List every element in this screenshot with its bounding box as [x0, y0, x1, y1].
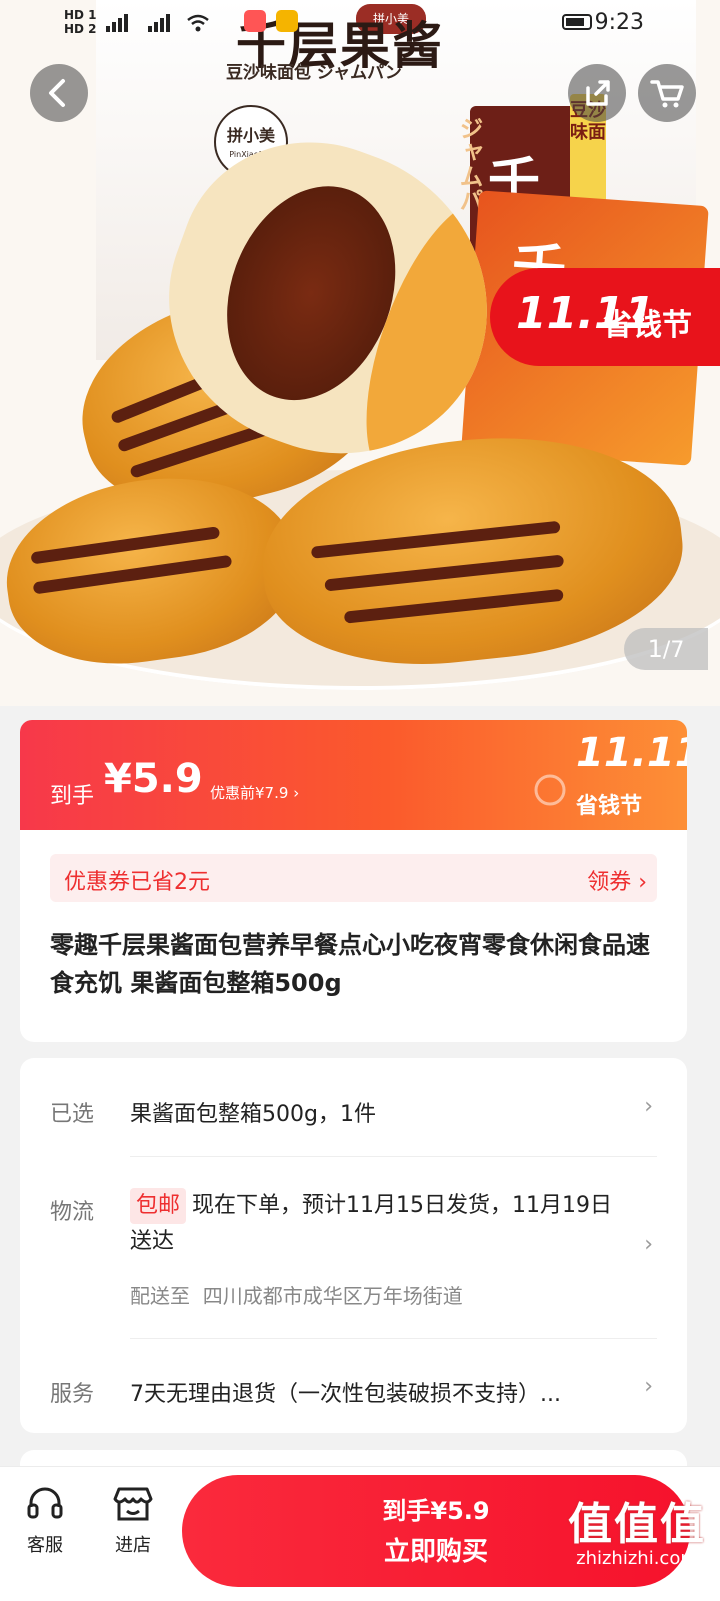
headset-icon — [27, 1487, 63, 1519]
product-info-card: 优惠券已省2元 领券 › 零趣千层果酱面包营养早餐点心小吃夜宵零食休闲食品速食充… — [20, 830, 687, 1042]
claim-coupon-button[interactable]: 领券 › — [587, 864, 647, 896]
service-label: 服务 — [50, 1382, 95, 1407]
signal-icon — [106, 14, 209, 32]
price-banner: 到手 ¥5.9 优惠前¥7.9 › 11.11 省钱节 — [20, 720, 687, 830]
status-left: HD 1 HD 2 — [64, 8, 97, 36]
chevron-left-icon — [49, 79, 65, 107]
customer-service-label: 客服 — [27, 1535, 63, 1556]
chevron-right-icon: › — [644, 1374, 653, 1399]
hd-indicator-2: HD 2 — [64, 22, 97, 36]
share-icon — [586, 80, 610, 106]
product-title: 零趣千层果酱面包营养早餐点心小吃夜宵零食休闲食品速食充饥 果酱面包整箱500g — [50, 931, 650, 997]
delivery-address: 配送至 四川成都市成华区万年场街道 — [130, 1280, 463, 1309]
cart-icon — [650, 80, 684, 108]
shipping-label: 物流 — [50, 1200, 95, 1225]
share-button[interactable] — [568, 64, 626, 122]
back-button[interactable] — [30, 64, 88, 122]
selected-value: 果酱面包整箱500g，1件 — [130, 1102, 376, 1127]
pager-total: /7 — [662, 638, 685, 663]
store-label: 进店 — [115, 1535, 151, 1556]
divider — [130, 1338, 657, 1339]
status-bar: HD 1 HD 2 9:23 — [0, 0, 720, 44]
address-value: 四川成都市成华区万年场街道 — [202, 1284, 463, 1308]
festival-text: 省钱节 — [602, 308, 692, 343]
free-shipping-tag: 包邮 — [130, 1188, 187, 1224]
battery-icon — [562, 14, 592, 30]
coupon-text: 优惠券已省2元 — [64, 870, 210, 895]
app-notification-icon — [276, 10, 298, 32]
watermark: 值值值 zhizhizhi.com — [568, 1488, 706, 1569]
festival-badge: 11.11 省钱节 — [490, 268, 720, 366]
price-label: 到手 — [50, 784, 95, 809]
chevron-right-icon: › — [644, 1232, 653, 1257]
selected-label: 已选 — [50, 1102, 95, 1127]
original-price: 优惠前¥7.9 — [210, 784, 289, 802]
service-value: 7天无理由退货（一次性包装破损不支持）... — [130, 1382, 561, 1407]
watermark-text: 值值值 — [568, 1499, 706, 1550]
shipping-info: 包邮 现在下单，预计11月15日发货，11月19日送达 — [130, 1188, 630, 1260]
badge-number: 11.11 — [576, 730, 687, 776]
chevron-right-icon: › — [644, 1094, 653, 1119]
store-button[interactable]: 进店 — [98, 1481, 168, 1557]
purchase-details-card: 已选 果酱面包整箱500g，1件 › 物流 包邮 现在下单，预计11月15日发货，… — [20, 1058, 687, 1433]
hd-indicator-1: HD 1 — [64, 8, 97, 22]
chevron-right-icon: › — [293, 784, 300, 802]
app-notification-icon — [244, 10, 266, 32]
divider — [130, 1156, 657, 1157]
status-time: 9:23 — [594, 10, 644, 35]
cart-button[interactable] — [638, 64, 696, 122]
price-value: ¥5.9 — [104, 756, 203, 802]
box-subtitle: 豆沙味面包 ジャムパン — [226, 63, 402, 83]
shipping-text: 现在下单，预计11月15日发货，11月19日送达 — [130, 1193, 612, 1254]
address-label: 配送至 — [130, 1284, 190, 1308]
pager-current: 1 — [647, 635, 663, 663]
customer-service-button[interactable]: 客服 — [10, 1481, 80, 1557]
badge-text: 省钱节 — [576, 794, 643, 819]
image-pager: 1/7 — [624, 628, 708, 670]
brand-name: 拼小美 — [226, 126, 275, 145]
original-price-link[interactable]: 优惠前¥7.9 › — [210, 782, 299, 803]
festival-price-badge: 11.11 省钱节 — [548, 720, 687, 830]
coupon-bar[interactable]: 优惠券已省2元 领券 › — [50, 854, 657, 902]
watermark-url: zhizhizhi.com — [576, 1548, 698, 1569]
store-icon — [113, 1487, 153, 1521]
